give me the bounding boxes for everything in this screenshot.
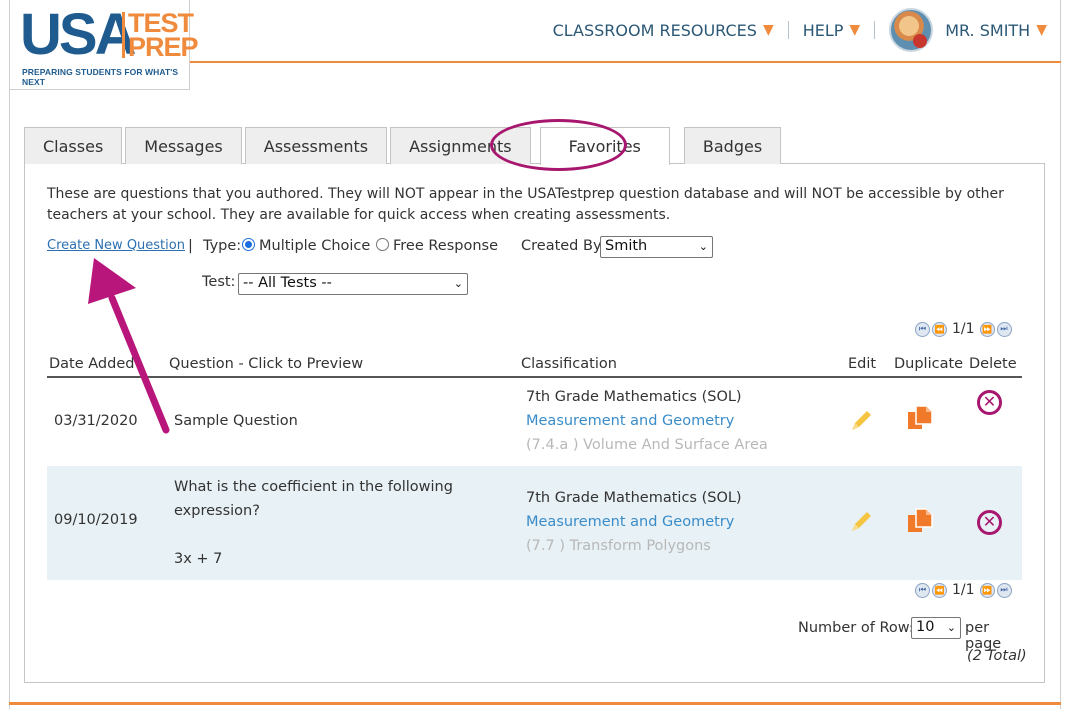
nav-classroom-resources[interactable]: CLASSROOM RESOURCES ▼ [553,21,774,40]
chevron-down-icon: ⌄ [698,240,708,253]
question-line: What is the coefficient in the following [174,479,453,495]
logo-usa: USA [20,2,136,67]
test-select[interactable]: -- All Tests -- ⌄ [238,273,468,295]
header-delete: Delete [969,356,1017,372]
chevron-down-icon: ⌄ [946,621,956,634]
question-line: 3x + 7 [174,551,223,567]
created-by-value: Smith [605,238,648,254]
top-nav: CLASSROOM RESOURCES ▼ HELP ▼ MR. SMITH ▼ [553,8,1047,52]
table-row: 03/31/2020 Sample Question 7th Grade Mat… [47,378,1022,466]
rows-label: Number of Rows [798,620,918,636]
question-line [174,523,453,547]
filter-controls: Create New Question | Type: Multiple Cho… [47,236,1027,260]
tab-bar: Classes Messages Assessments Assignments… [24,127,784,165]
created-by-select[interactable]: Smith ⌄ [600,236,713,258]
rows-per-page-control: Number of Rows 10 ⌄ per page [798,617,1028,652]
tab-favorites[interactable]: Favorites [539,127,670,165]
logo-divider [122,12,125,58]
caret-down-icon: ▼ [849,22,861,38]
question-line: expression? [174,503,260,519]
delete-icon[interactable]: ✕ [977,510,1002,535]
create-new-question-link[interactable]: Create New Question [47,238,185,253]
test-label: Test: [202,274,236,290]
type-label: Type: [203,238,242,254]
controls-separator: | [188,238,193,254]
row-course: 7th Grade Mathematics (SOL) [526,490,742,506]
row-date: 09/10/2019 [54,512,138,528]
nav-help-label: HELP [802,20,844,40]
prev-page-icon[interactable]: ⏪ [932,582,947,598]
header-question[interactable]: Question - Click to Preview [169,356,363,372]
tab-badges[interactable]: Badges [683,127,782,164]
row-domain-link[interactable]: Measurement and Geometry [526,514,734,530]
row-standard: (7.7 ) Transform Polygons [526,538,711,554]
total-count: (2 Total) [967,648,1027,664]
tab-assessments[interactable]: Assessments [244,127,388,164]
created-by-label: Created By: [521,238,606,254]
nav-separator [787,21,789,39]
chevron-down-icon: ⌄ [453,277,463,290]
page-indicator: 1/1 [952,321,975,337]
tab-assignments[interactable]: Assignments [390,127,531,164]
pager-bottom: ⏮ ⏪ 1/1 ⏩ ⏭ [914,582,1013,598]
tab-messages[interactable]: Messages [125,127,242,164]
table-row: 09/10/2019 What is the coefficient in th… [47,466,1022,580]
radio-unchecked-icon [376,238,389,251]
intro-text: These are questions that you authored. T… [47,186,1004,223]
rows-value: 10 [916,619,935,635]
delete-icon[interactable]: ✕ [977,390,1002,415]
nav-classroom-resources-label: CLASSROOM RESOURCES [552,20,757,40]
last-page-icon[interactable]: ⏭ [996,582,1012,598]
row-question-link[interactable]: What is the coefficient in the following… [174,475,453,571]
tab-classes[interactable]: Classes [24,127,123,164]
next-page-icon[interactable]: ⏩ [979,321,995,337]
last-page-icon[interactable]: ⏭ [996,321,1012,337]
rows-select[interactable]: 10 ⌄ [911,617,961,639]
nav-help[interactable]: HELP ▼ [803,21,860,40]
questions-table: Date Added Question - Click to Preview C… [47,354,1022,580]
header-date-added[interactable]: Date Added [49,356,134,372]
header-duplicate: Duplicate [894,356,964,372]
pencil-icon[interactable] [846,408,874,436]
radio-checked-icon [242,238,255,251]
avatar [889,8,934,52]
footer-divider [9,702,1061,705]
header-edit: Edit [848,356,877,372]
row-date: 03/31/2020 [54,413,138,429]
type-free-response-radio[interactable]: Free Response [376,238,498,254]
next-page-icon[interactable]: ⏩ [979,582,995,598]
type-free-response-label: Free Response [393,238,499,254]
first-page-icon[interactable]: ⏮ [915,321,930,337]
nav-user-menu[interactable]: MR. SMITH ▼ [889,8,1047,52]
row-domain-link[interactable]: Measurement and Geometry [526,413,734,429]
nav-separator [874,21,876,39]
duplicate-icon[interactable] [906,507,934,535]
page-indicator: 1/1 [952,582,975,598]
first-page-icon[interactable]: ⏮ [915,582,930,598]
type-multiple-choice-label: Multiple Choice [259,238,371,254]
caret-down-icon: ▼ [762,22,774,38]
test-value: -- All Tests -- [243,275,332,291]
header-classification[interactable]: Classification [521,356,617,372]
row-course: 7th Grade Mathematics (SOL) [526,389,742,405]
row-standard: (7.4.a ) Volume And Surface Area [526,437,768,453]
prev-page-icon[interactable]: ⏪ [932,321,947,337]
duplicate-icon[interactable] [906,404,934,432]
caret-down-icon: ▼ [1036,22,1047,38]
row-question-link[interactable]: Sample Question [174,409,298,433]
table-header: Date Added Question - Click to Preview C… [47,354,1022,378]
type-multiple-choice-radio[interactable]: Multiple Choice [242,238,370,254]
pencil-icon[interactable] [846,509,874,537]
pager-top: ⏮ ⏪ 1/1 ⏩ ⏭ [914,321,1013,337]
logo-prep: PREP [128,32,199,62]
nav-user-label: MR. SMITH [945,20,1031,40]
logo-tagline: PREPARING STUDENTS FOR WHAT'S NEXT [22,67,179,87]
test-filter: Test: -- All Tests -- ⌄ [202,273,468,295]
usatestprep-logo[interactable]: USA TEST PREP PREPARING STUDENTS FOR WHA… [9,0,199,90]
